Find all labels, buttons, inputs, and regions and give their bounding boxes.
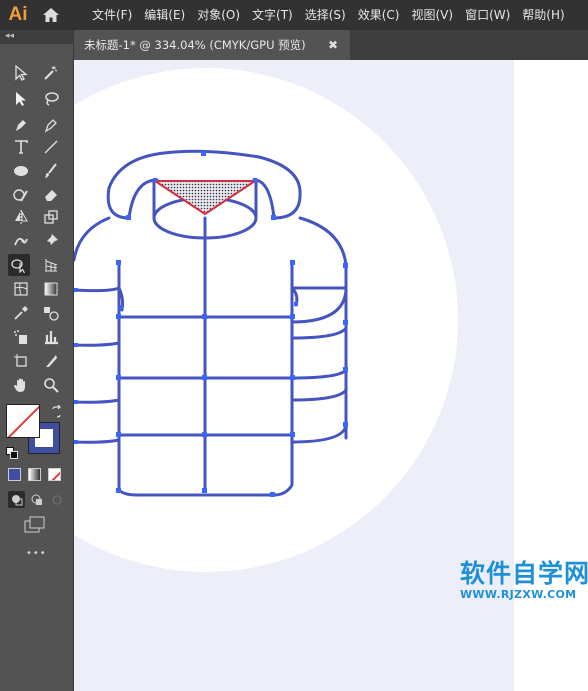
reflect-tool-icon[interactable] <box>10 206 32 228</box>
draw-inside-icon[interactable] <box>48 491 65 508</box>
puppet-warp-tool-icon[interactable] <box>10 230 32 252</box>
document-tab[interactable]: 未标题-1* @ 334.04% (CMYK/GPU 预览) ✖ <box>74 30 350 60</box>
edit-toolbar-button[interactable]: ••• <box>26 548 47 559</box>
screen-mode-icon[interactable] <box>24 516 46 534</box>
pen-tool-icon[interactable] <box>10 114 32 136</box>
toolbar-collapse-button[interactable]: ◂◂ <box>0 30 73 44</box>
line-tool-icon[interactable] <box>40 136 62 158</box>
color-mode-button[interactable] <box>8 468 21 481</box>
illustrator-window: Ai 文件(F) 编辑(E) 对象(O) 文字(T) 选择(S) 效果(C) 视图(V) 窗口… <box>0 0 588 691</box>
direct-selection-tool-icon[interactable] <box>10 88 32 110</box>
slice-tool-icon[interactable] <box>40 350 62 372</box>
menu-file[interactable]: 文件(F) <box>86 0 138 30</box>
symbol-sprayer-tool-icon[interactable] <box>10 326 32 348</box>
magic-wand-tool-icon[interactable] <box>40 62 62 84</box>
menu-list: 文件(F) 编辑(E) 对象(O) 文字(T) 选择(S) 效果(C) 视图(V) 窗口(W)… <box>86 0 571 30</box>
menu-view[interactable]: 视图(V) <box>405 0 459 30</box>
menu-type[interactable]: 文字(T) <box>246 0 299 30</box>
shape-builder-tool-icon[interactable] <box>8 254 30 276</box>
menu-select[interactable]: 选择(S) <box>299 0 352 30</box>
gradient-tool-icon[interactable] <box>40 278 62 300</box>
app-logo: Ai <box>8 4 28 25</box>
draw-behind-icon[interactable] <box>28 491 45 508</box>
perspective-grid-tool-icon[interactable] <box>40 254 62 276</box>
watermark-title: 软件自学网 <box>460 559 588 588</box>
ellipse-tool-icon[interactable] <box>10 160 32 182</box>
watermark: 软件自学网 WWW.RJZXW.COM <box>460 554 588 601</box>
shaper-tool-icon[interactable] <box>10 184 32 206</box>
lasso-tool-icon[interactable] <box>40 88 62 110</box>
document-tab-title: 未标题-1* @ 334.04% (CMYK/GPU 预览) <box>84 38 306 52</box>
pin-tool-icon[interactable] <box>40 230 62 252</box>
column-graph-tool-icon[interactable] <box>40 326 62 348</box>
selection-tool-icon[interactable] <box>10 62 32 84</box>
gradient-mode-button[interactable] <box>28 468 41 481</box>
eraser-tool-icon[interactable] <box>40 184 62 206</box>
artboard-tool-icon[interactable] <box>10 350 32 372</box>
scale-tool-icon[interactable] <box>40 206 62 228</box>
paintbrush-tool-icon[interactable] <box>40 160 62 182</box>
document-tab-bar: 未标题-1* @ 334.04% (CMYK/GPU 预览) ✖ <box>74 30 588 60</box>
tools-panel: ◂◂ ••• <box>0 30 74 691</box>
hand-tool-icon[interactable] <box>10 374 32 396</box>
eyedropper-tool-icon[interactable] <box>10 302 32 324</box>
document-canvas[interactable]: 软件自学网 WWW.RJZXW.COM <box>74 60 588 691</box>
default-colors-icon[interactable] <box>6 444 18 459</box>
blend-tool-icon[interactable] <box>40 302 62 324</box>
curvature-tool-icon[interactable] <box>40 114 62 136</box>
fill-swatch[interactable] <box>6 404 40 438</box>
menu-window[interactable]: 窗口(W) <box>459 0 516 30</box>
watermark-url: WWW.RJZXW.COM <box>460 588 577 601</box>
menu-help[interactable]: 帮助(H) <box>516 0 570 30</box>
menu-effect[interactable]: 效果(C) <box>352 0 406 30</box>
none-mode-button[interactable] <box>48 468 61 481</box>
menu-object[interactable]: 对象(O) <box>191 0 246 30</box>
menu-edit[interactable]: 编辑(E) <box>138 0 191 30</box>
draw-normal-icon[interactable] <box>8 491 25 508</box>
menu-bar: Ai 文件(F) 编辑(E) 对象(O) 文字(T) 选择(S) 效果(C) 视图(V) 窗口… <box>0 0 588 30</box>
type-tool-icon[interactable] <box>10 136 32 158</box>
zoom-tool-icon[interactable] <box>40 374 62 396</box>
home-icon[interactable] <box>36 0 66 30</box>
mesh-tool-icon[interactable] <box>10 278 32 300</box>
close-tab-icon[interactable]: ✖ <box>328 38 338 52</box>
swap-fill-stroke-icon[interactable] <box>50 404 64 418</box>
